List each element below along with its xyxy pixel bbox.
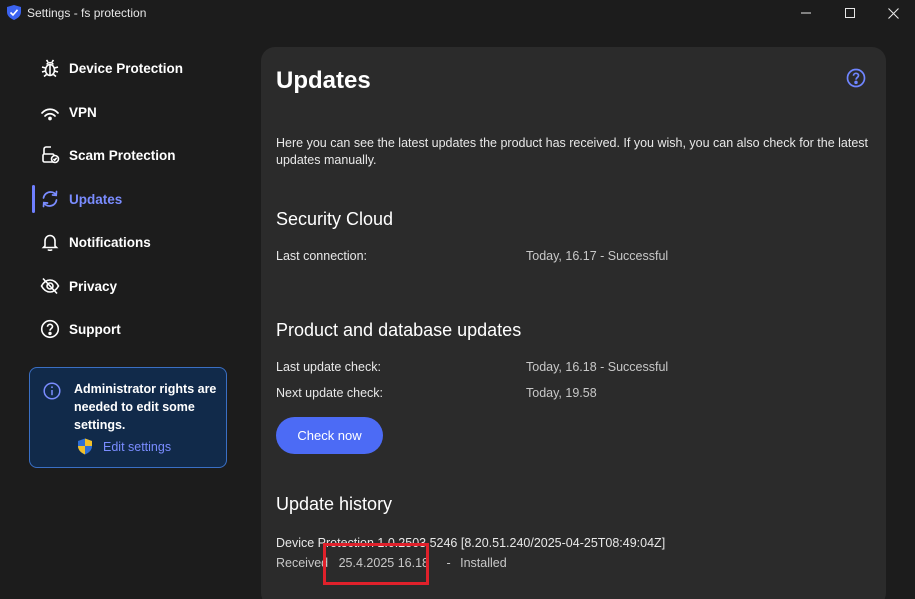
last-connection-value: Today, 16.17 - Successful <box>526 249 669 263</box>
admin-notice-text: Administrator rights are needed to edit … <box>74 382 217 432</box>
help-circle-icon <box>40 319 60 339</box>
sidebar-item-vpn[interactable]: VPN <box>33 96 253 128</box>
history-entry-status: Installed <box>460 556 507 570</box>
history-separator: - <box>446 556 451 570</box>
update-history-heading: Update history <box>276 494 393 514</box>
edit-settings-link[interactable]: Edit settings <box>103 440 171 454</box>
title-bar: Settings - fs protection <box>0 0 915 26</box>
minimize-icon <box>801 12 811 14</box>
uac-shield-icon <box>78 438 92 455</box>
eye-slash-icon <box>40 276 60 296</box>
check-now-button[interactable]: Check now <box>276 417 383 454</box>
next-update-check-value: Today, 19.58 <box>526 386 597 400</box>
sidebar-item-label: Notifications <box>69 234 151 250</box>
sidebar-item-label: Scam Protection <box>69 147 176 163</box>
maximize-button[interactable] <box>828 0 872 26</box>
product-updates-heading: Product and database updates <box>276 320 522 340</box>
admin-rights-notice: Administrator rights are needed to edit … <box>29 367 227 468</box>
history-received-label: Received <box>276 556 329 570</box>
close-button[interactable] <box>871 0 915 26</box>
intro-text: Here you can see the latest updates the … <box>276 136 869 167</box>
sidebar-item-support[interactable]: Support <box>33 313 253 345</box>
last-update-check-value: Today, 16.18 - Successful <box>526 360 669 374</box>
sidebar-item-notifications[interactable]: Notifications <box>33 226 253 258</box>
sidebar-item-device-protection[interactable]: Device Protection <box>33 52 253 84</box>
highlight-annotation <box>323 543 429 585</box>
minimize-button[interactable] <box>784 0 828 26</box>
sidebar: Device Protection VPN Scam Protection Up… <box>0 26 260 599</box>
security-cloud-heading: Security Cloud <box>276 209 394 229</box>
last-connection-label: Last connection: <box>276 249 368 263</box>
app-shield-icon <box>7 5 21 20</box>
wifi-icon <box>40 102 60 122</box>
sidebar-item-label: Privacy <box>69 278 118 294</box>
close-icon <box>887 7 899 19</box>
scam-protection-icon <box>40 145 60 165</box>
page-title: Updates <box>276 67 371 94</box>
sidebar-item-updates[interactable]: Updates <box>32 183 253 215</box>
sidebar-item-label: Support <box>69 321 121 337</box>
main-panel: Updates Here you can see the latest upda… <box>261 47 886 599</box>
info-icon <box>43 382 61 400</box>
last-update-check-label: Last update check: <box>276 360 381 374</box>
bug-icon <box>40 58 60 78</box>
sidebar-item-label: Updates <box>69 191 123 207</box>
sidebar-item-label: VPN <box>69 104 97 120</box>
window-title: Settings - fs protection <box>27 6 147 20</box>
active-indicator <box>32 185 35 213</box>
maximize-icon <box>845 8 855 18</box>
sidebar-item-privacy[interactable]: Privacy <box>33 270 253 302</box>
help-icon[interactable] <box>846 68 866 88</box>
refresh-icon <box>40 189 60 209</box>
next-update-check-label: Next update check: <box>276 386 384 400</box>
sidebar-item-scam-protection[interactable]: Scam Protection <box>33 139 253 171</box>
sidebar-item-label: Device Protection <box>69 60 184 76</box>
bell-icon <box>40 232 60 252</box>
